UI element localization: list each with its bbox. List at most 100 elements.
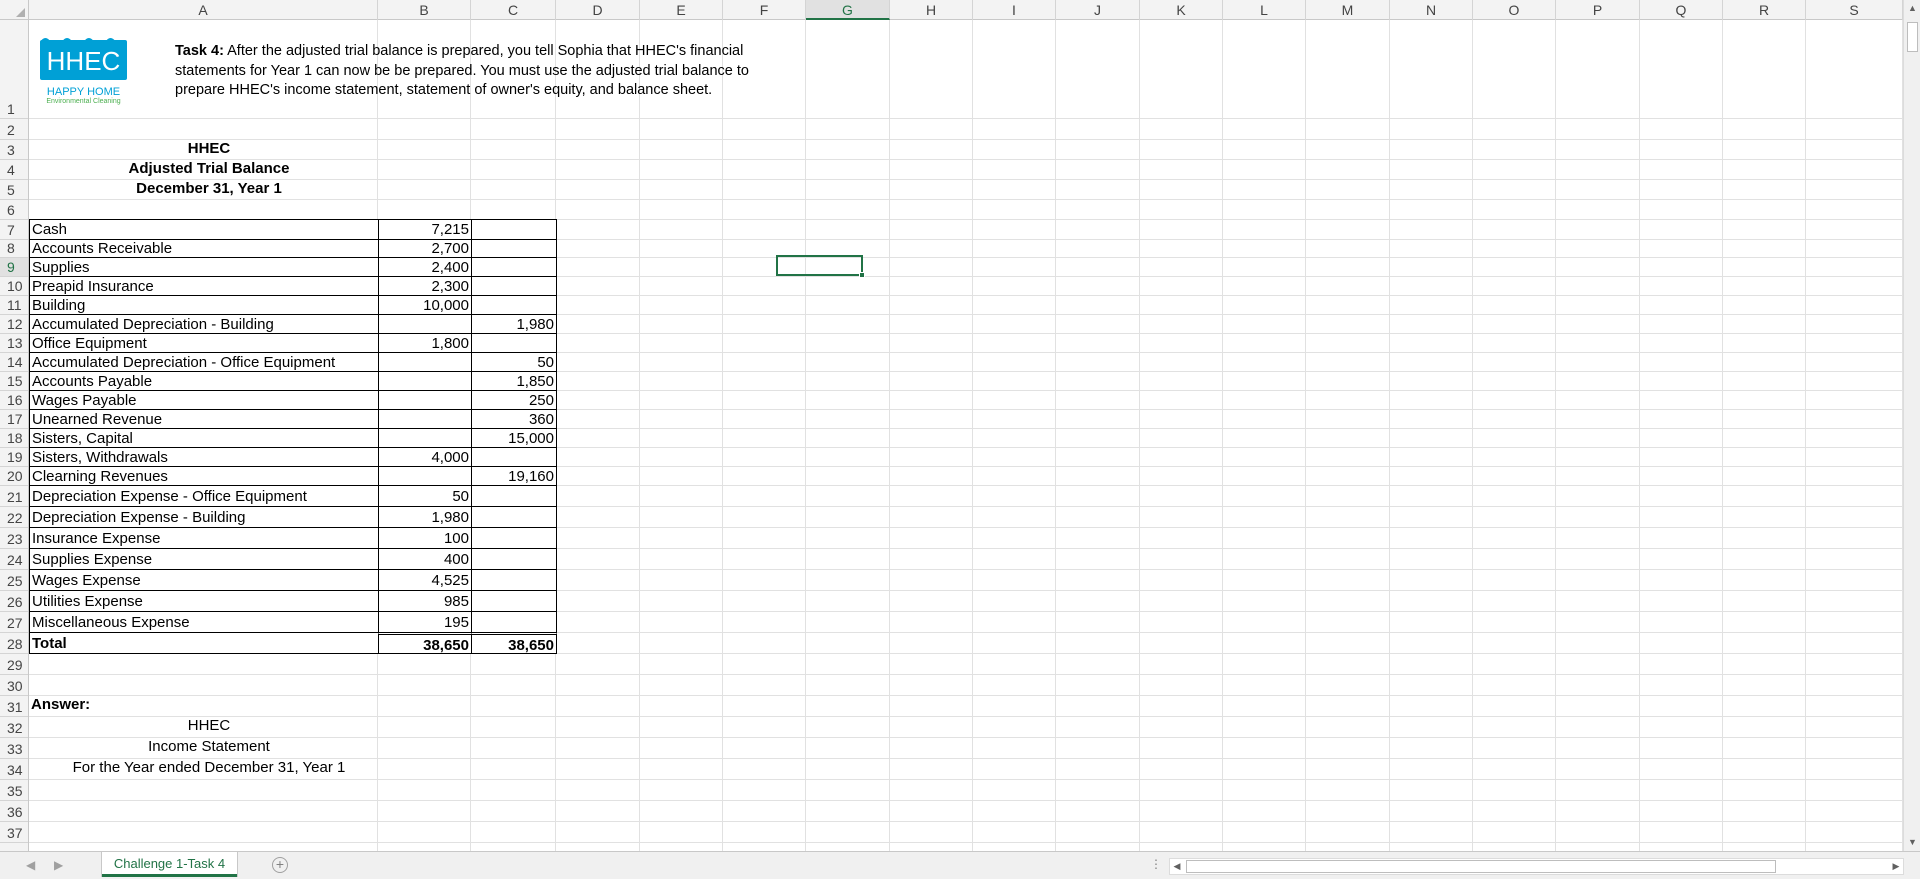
debit-cell[interactable]: 2,300 [378, 276, 472, 296]
column-header-p[interactable]: P [1556, 0, 1640, 20]
account-cell[interactable]: Accumulated Depreciation - Building [29, 314, 379, 334]
debit-cell[interactable]: 400 [378, 548, 472, 570]
active-cell-g9[interactable] [776, 255, 865, 278]
credit-cell[interactable]: 250 [471, 390, 557, 410]
row-header-11[interactable]: 11 [0, 296, 28, 315]
account-cell[interactable]: Wages Payable [29, 390, 379, 410]
account-cell[interactable]: Supplies Expense [29, 548, 379, 570]
credit-cell[interactable] [471, 219, 557, 240]
credit-cell[interactable] [471, 333, 557, 353]
total-credit-cell[interactable]: 38,650 [471, 632, 557, 654]
row-header-9[interactable]: 9 [0, 258, 28, 277]
credit-cell[interactable] [471, 447, 557, 467]
credit-cell[interactable] [471, 548, 557, 570]
row-header-33[interactable]: 33 [0, 738, 28, 759]
row-header-4[interactable]: 4 [0, 160, 28, 180]
horizontal-scroll-thumb[interactable] [1186, 860, 1776, 873]
row-header-23[interactable]: 23 [0, 528, 28, 549]
column-header-l[interactable]: L [1223, 0, 1306, 20]
column-header-i[interactable]: I [973, 0, 1056, 20]
debit-cell[interactable]: 50 [378, 485, 472, 507]
account-cell[interactable]: Preapid Insurance [29, 276, 379, 296]
credit-cell[interactable]: 50 [471, 352, 557, 372]
account-cell[interactable]: Insurance Expense [29, 527, 379, 549]
row-header-25[interactable]: 25 [0, 570, 28, 591]
more-options-icon[interactable]: ⋮ [1150, 857, 1162, 871]
row-header-24[interactable]: 24 [0, 549, 28, 570]
row-header-35[interactable]: 35 [0, 780, 28, 801]
select-all-corner[interactable] [0, 0, 29, 20]
column-header-c[interactable]: C [471, 0, 556, 20]
row-header-3[interactable]: 3 [0, 140, 28, 160]
account-cell[interactable]: Utilities Expense [29, 590, 379, 612]
credit-cell[interactable] [471, 257, 557, 277]
debit-cell[interactable]: 1,980 [378, 506, 472, 528]
column-header-k[interactable]: K [1140, 0, 1223, 20]
row-header-2[interactable]: 2 [0, 119, 28, 140]
debit-cell[interactable]: 100 [378, 527, 472, 549]
debit-cell[interactable] [378, 390, 472, 410]
debit-cell[interactable] [378, 466, 472, 486]
debit-cell[interactable]: 2,700 [378, 239, 472, 258]
debit-cell[interactable]: 7,215 [378, 219, 472, 240]
prev-sheet-icon[interactable]: ◀ [26, 858, 35, 872]
row-header-5[interactable]: 5 [0, 180, 28, 200]
debit-cell[interactable]: 4,525 [378, 569, 472, 591]
row-header-20[interactable]: 20 [0, 467, 28, 486]
account-cell[interactable]: Building [29, 295, 379, 315]
column-header-g[interactable]: G [806, 0, 890, 20]
account-cell[interactable]: Unearned Revenue [29, 409, 379, 429]
column-header-a[interactable]: A [29, 0, 378, 20]
row-header-28[interactable]: 28 [0, 633, 28, 654]
row-header-6[interactable]: 6 [0, 200, 28, 220]
credit-cell[interactable]: 19,160 [471, 466, 557, 486]
account-cell[interactable]: Depreciation Expense - Office Equipment [29, 485, 379, 507]
debit-cell[interactable]: 2,400 [378, 257, 472, 277]
credit-cell[interactable] [471, 295, 557, 315]
scroll-left-arrow-icon[interactable]: ◀ [1170, 859, 1184, 874]
column-header-h[interactable]: H [890, 0, 973, 20]
column-header-d[interactable]: D [556, 0, 640, 20]
row-header-17[interactable]: 17 [0, 410, 28, 429]
credit-cell[interactable]: 360 [471, 409, 557, 429]
account-cell[interactable]: Accounts Receivable [29, 239, 379, 258]
row-header-8[interactable]: 8 [0, 240, 28, 258]
column-header-n[interactable]: N [1390, 0, 1473, 20]
row-header-19[interactable]: 19 [0, 448, 28, 467]
account-cell[interactable]: Miscellaneous Expense [29, 611, 379, 633]
debit-cell[interactable] [378, 371, 472, 391]
account-cell[interactable]: Sisters, Withdrawals [29, 447, 379, 467]
row-header-31[interactable]: 31 [0, 696, 28, 717]
vertical-scrollbar[interactable]: ▲ ▼ [1903, 0, 1920, 851]
row-header-1[interactable]: 1 [0, 20, 28, 119]
row-header-34[interactable]: 34 [0, 759, 28, 780]
credit-cell[interactable] [471, 506, 557, 528]
credit-cell[interactable] [471, 590, 557, 612]
vertical-scroll-thumb[interactable] [1907, 22, 1918, 52]
credit-cell[interactable]: 1,850 [471, 371, 557, 391]
credit-cell[interactable]: 1,980 [471, 314, 557, 334]
account-cell[interactable]: Depreciation Expense - Building [29, 506, 379, 528]
column-header-f[interactable]: F [723, 0, 806, 20]
account-cell[interactable]: Sisters, Capital [29, 428, 379, 448]
row-header-15[interactable]: 15 [0, 372, 28, 391]
debit-cell[interactable]: 10,000 [378, 295, 472, 315]
row-header-36[interactable]: 36 [0, 801, 28, 822]
row-header-22[interactable]: 22 [0, 507, 28, 528]
row-header-16[interactable]: 16 [0, 391, 28, 410]
debit-cell[interactable]: 195 [378, 611, 472, 633]
account-cell[interactable]: Office Equipment [29, 333, 379, 353]
credit-cell[interactable] [471, 239, 557, 258]
row-header-21[interactable]: 21 [0, 486, 28, 507]
fill-handle[interactable] [859, 272, 865, 278]
debit-cell[interactable] [378, 314, 472, 334]
credit-cell[interactable] [471, 569, 557, 591]
column-header-o[interactable]: O [1473, 0, 1556, 20]
account-cell[interactable]: Accumulated Depreciation - Office Equipm… [29, 352, 379, 372]
debit-cell[interactable] [378, 428, 472, 448]
column-header-s[interactable]: S [1806, 0, 1903, 20]
column-header-j[interactable]: J [1056, 0, 1140, 20]
column-header-r[interactable]: R [1723, 0, 1806, 20]
row-header-26[interactable]: 26 [0, 591, 28, 612]
cell-grid[interactable]: HHEC HAPPY HOME Environmental Cleaning T… [29, 20, 1903, 851]
